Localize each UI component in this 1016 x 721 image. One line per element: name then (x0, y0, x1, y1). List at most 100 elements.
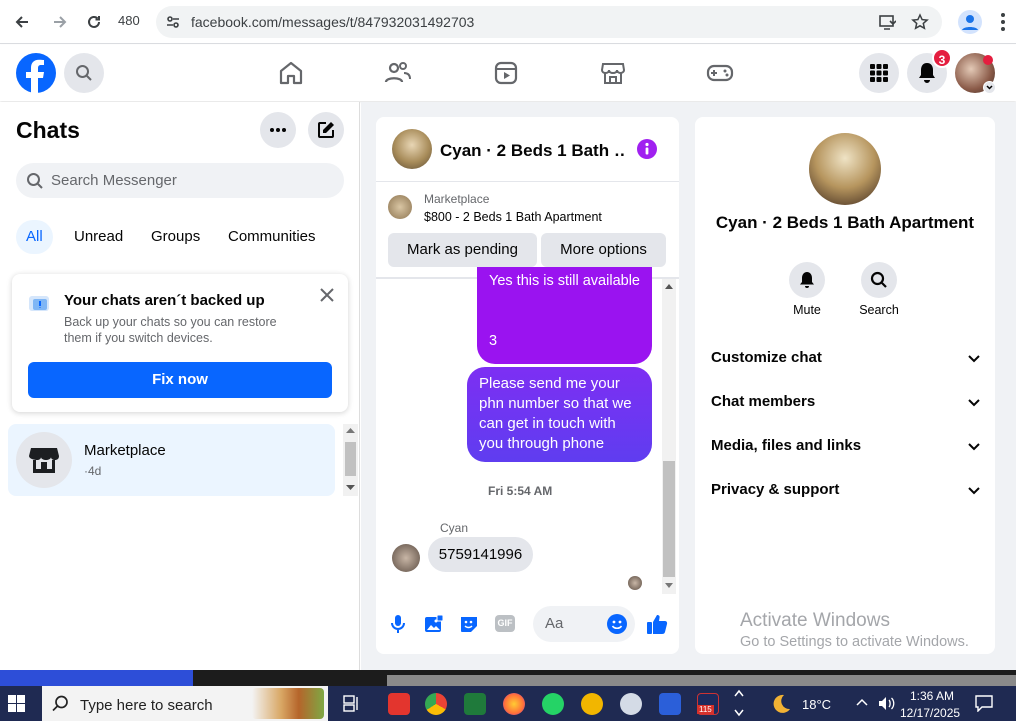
attach-image-button[interactable] (424, 614, 444, 634)
new-message-button[interactable] (308, 112, 344, 148)
bitwarden-icon[interactable] (659, 693, 681, 715)
forward-button[interactable] (47, 9, 73, 35)
conversation-avatar[interactable] (392, 129, 432, 169)
more-dots-icon (270, 128, 286, 132)
conversation-title[interactable]: Cyan · 2 Beds 1 Bath … (440, 141, 625, 161)
address-bar[interactable]: facebook.com/messages/t/847932031492703 (156, 6, 942, 38)
mute-action[interactable]: Mute (777, 262, 837, 317)
close-backup-button[interactable] (320, 288, 334, 302)
gif-icon[interactable]: GIF (495, 615, 515, 632)
windows-taskbar: Type here to search 115 18°C 1:36 AM 12/… (0, 686, 1016, 721)
chat-list-item[interactable]: Marketplace ·4d (8, 424, 335, 496)
backup-chat-icon (29, 296, 49, 311)
mute-label: Mute (793, 303, 821, 317)
chrome-icon[interactable] (425, 693, 447, 715)
mark-as-pending-button[interactable]: Mark as pending (388, 233, 537, 267)
account-chevron[interactable] (983, 81, 996, 94)
app-counter-icon[interactable]: 115 (697, 693, 719, 715)
smiley-icon (611, 620, 623, 630)
nav-video[interactable] (491, 58, 521, 88)
outgoing-message[interactable]: Please send me your phn number so that w… (467, 367, 652, 462)
menu-grid-button[interactable] (859, 53, 899, 93)
incoming-message[interactable]: 5759141996 (428, 537, 533, 572)
chat-list-scrollbar[interactable] (343, 424, 358, 496)
clock-date[interactable]: 12/17/2025 (900, 706, 960, 720)
task-view-button[interactable] (343, 695, 361, 712)
taskbar-overflow-arrows[interactable] (734, 688, 744, 718)
temperature[interactable]: 18°C (802, 697, 831, 712)
paint-icon[interactable] (620, 693, 642, 715)
app-badge: 115 (697, 705, 714, 714)
search-messenger-input[interactable]: Search Messenger (16, 163, 344, 198)
info-icon (645, 142, 649, 155)
customize-chat-row[interactable]: Customize chat (711, 349, 981, 379)
header-divider (376, 181, 679, 182)
marketplace-avatar (16, 432, 72, 488)
outgoing-message[interactable]: Yes this is still available 3 (477, 267, 652, 364)
tab-all[interactable]: All (16, 220, 53, 254)
task-view-icon (343, 695, 358, 712)
strip-gray-segment (387, 675, 1016, 686)
tab-communities[interactable]: Communities (218, 220, 326, 254)
avatar-status-dot (983, 55, 993, 65)
reload-button[interactable] (81, 9, 107, 35)
facebook-top-nav: 3 (0, 45, 1016, 101)
tab-groups[interactable]: Groups (141, 220, 210, 254)
chats-options-button[interactable] (260, 112, 296, 148)
weather-icon[interactable] (770, 693, 792, 715)
conversation-panel: Cyan · 2 Beds 1 Bath … Marketplace $800 … (376, 117, 679, 654)
windows-logo-icon (8, 695, 25, 712)
listing-title[interactable]: $800 - 2 Beds 1 Bath Apartment (424, 210, 602, 224)
chat-members-row[interactable]: Chat members (711, 393, 981, 423)
app-x-icon[interactable] (581, 693, 603, 715)
conversation-scrollbar[interactable] (662, 279, 676, 594)
info-avatar[interactable] (809, 133, 881, 205)
sheets-icon[interactable] (464, 693, 486, 715)
start-button[interactable] (8, 695, 25, 712)
marketplace-label: Marketplace (424, 192, 490, 206)
notification-center-button[interactable] (975, 695, 993, 712)
nav-friends[interactable] (383, 58, 413, 88)
voice-clip-button[interactable] (390, 614, 406, 634)
conversation-info-button[interactable] (637, 139, 657, 159)
nav-home[interactable] (276, 58, 306, 88)
back-button[interactable] (9, 9, 35, 35)
profile-button[interactable] (958, 10, 982, 34)
scroll-thumb[interactable] (345, 442, 356, 476)
browser-menu-button[interactable] (1000, 12, 1006, 32)
video-icon (494, 61, 518, 85)
volume-button[interactable] (878, 696, 895, 711)
tab-unread[interactable]: Unread (64, 220, 133, 254)
chat-item-time: ·4d (84, 464, 102, 478)
whatsapp-icon[interactable] (542, 693, 564, 715)
forward-arrow-icon (54, 16, 67, 28)
sender-avatar[interactable] (392, 544, 420, 572)
scroll-thumb[interactable] (663, 461, 675, 577)
sticker-button[interactable] (459, 614, 479, 634)
microphone-icon (391, 615, 405, 633)
like-button[interactable] (646, 613, 668, 635)
privacy-support-row[interactable]: Privacy & support (711, 481, 981, 511)
clock-time[interactable]: 1:36 AM (904, 689, 960, 703)
firefox-icon[interactable] (503, 693, 525, 715)
backup-notice-card: Your chats aren´t backed up Back up your… (12, 274, 348, 412)
backup-description: Back up your chats so you can restore th… (64, 315, 277, 345)
fix-now-button[interactable]: Fix now (28, 362, 332, 398)
emoji-button[interactable] (607, 614, 627, 634)
facebook-logo[interactable] (16, 53, 56, 93)
search-label: Search (859, 303, 899, 317)
bell-icon (919, 63, 935, 83)
fb-search-button[interactable] (64, 53, 104, 93)
chevron-up-icon (856, 698, 868, 706)
media-files-links-row[interactable]: Media, files and links (711, 437, 981, 467)
taskbar-search-box[interactable]: Type here to search (42, 686, 328, 721)
show-hidden-icons[interactable] (856, 698, 868, 706)
chats-sidebar: Chats Search Messenger All Unread Groups… (0, 102, 360, 670)
nav-gaming[interactable] (705, 58, 735, 88)
nav-marketplace[interactable] (598, 58, 628, 88)
search-action[interactable]: Search (849, 262, 909, 317)
anydesk-icon[interactable] (388, 693, 410, 715)
more-options-button[interactable]: More options (541, 233, 666, 267)
conversation-info-panel: Cyan · 2 Beds 1 Bath Apartment Mute Sear… (695, 117, 995, 654)
image-icon (425, 614, 444, 632)
